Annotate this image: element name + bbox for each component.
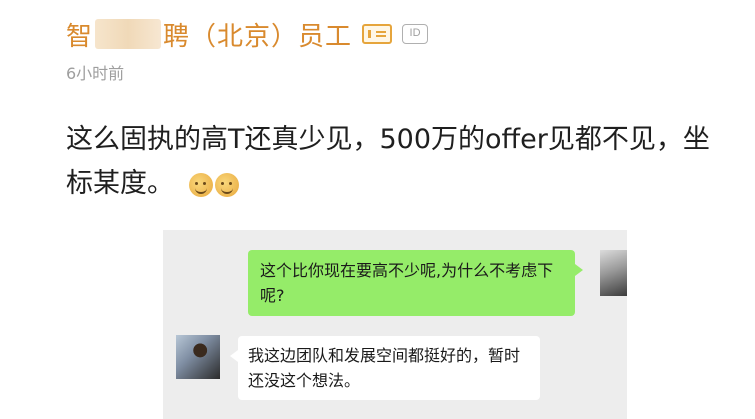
chat-screenshot: 这个比你现在要高不少呢,为什么不考虑下呢? 我这边团队和发展空间都挺好的，暂时还… — [163, 230, 627, 419]
author-name[interactable]: 智 聘（北京）员工 — [66, 16, 352, 53]
received-message-bubble: 我这边团队和发展空间都挺好的，暂时还没这个想法。 — [230, 336, 540, 400]
post-timestamp: 6小时前 — [66, 64, 125, 83]
post-header: 智 聘（北京）员工 ID — [66, 14, 429, 54]
verified-badge-icon — [362, 24, 393, 44]
recipient-avatar — [176, 335, 220, 379]
smirk-emoji-icon — [188, 172, 213, 197]
emoji-group — [188, 172, 239, 197]
author-name-suffix: 聘（北京）员工 — [163, 21, 353, 52]
post-body: 这么固执的高T还真少见，500万的offer见都不见，坐标某度。 — [66, 118, 726, 206]
smirk-emoji-icon — [214, 172, 239, 197]
sent-message-bubble: 这个比你现在要高不少呢,为什么不考虑下呢? — [248, 250, 583, 316]
author-name-prefix: 智 — [66, 21, 94, 52]
redacted-name-blur — [95, 19, 162, 49]
sender-avatar — [600, 250, 627, 296]
post-text: 这么固执的高T还真少见，500万的offer见都不见，坐标某度。 — [66, 124, 710, 199]
id-badge-icon[interactable]: ID — [402, 24, 429, 44]
